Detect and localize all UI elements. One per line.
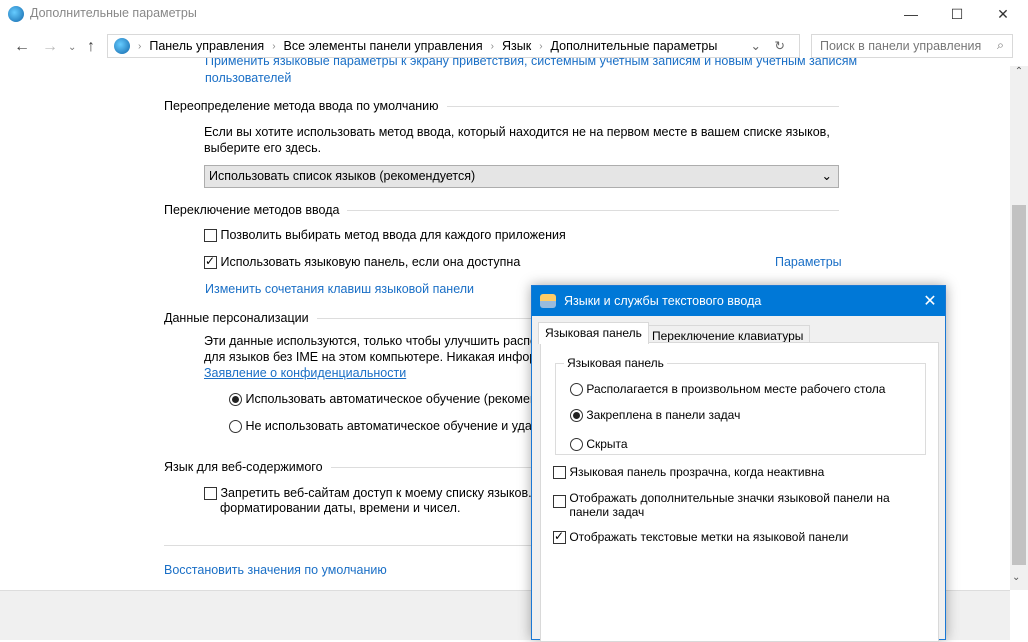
forward-arrow-icon[interactable]: → xyxy=(42,38,58,56)
override-desc: Если вы хотите использовать метод ввода,… xyxy=(204,125,830,139)
minimize-button[interactable]: — xyxy=(888,0,934,28)
radio-label: Скрыта xyxy=(586,437,628,451)
breadcrumb-item[interactable]: Панель управления xyxy=(149,39,264,53)
select-value: Использовать список языков (рекомендуетс… xyxy=(209,169,476,183)
chevron-right-icon: › xyxy=(490,40,494,52)
breadcrumb-item[interactable]: Дополнительные параметры xyxy=(551,39,718,53)
language-bar-group: Языковая панель Располагается в произвол… xyxy=(555,356,926,455)
scrollbar-thumb[interactable] xyxy=(1012,205,1026,565)
recent-chevron-icon[interactable]: ⌄ xyxy=(68,42,76,53)
personal-desc: Эти данные используются, только чтобы ул… xyxy=(204,334,543,348)
radio-floating[interactable]: Располагается в произвольном месте рабоч… xyxy=(570,382,886,397)
radio-label: Не использовать автоматическое обучение … xyxy=(245,419,547,433)
chevron-down-icon: ⌄ xyxy=(821,169,832,183)
location-icon xyxy=(114,38,130,54)
back-arrow-icon[interactable]: ← xyxy=(14,38,30,56)
checkbox-label: Использовать языковую панель, если она д… xyxy=(220,255,521,269)
tab-language-bar[interactable]: Языковая панель xyxy=(538,322,649,344)
chevron-right-icon: › xyxy=(138,40,142,52)
radio-label: Закреплена в панели задач xyxy=(586,408,741,422)
dialog-titlebar: Языки и службы текстового ввода ✕ xyxy=(532,286,945,316)
group-label: Языковая панель xyxy=(564,356,667,370)
dialog-close-icon[interactable]: ✕ xyxy=(915,291,945,311)
welcome-screen-link-cont[interactable]: пользователей xyxy=(205,71,291,85)
switching-header: Переключение методов ввода xyxy=(164,203,839,217)
keyboard-icon xyxy=(540,294,556,308)
extra-icons-checkbox[interactable]: Отображать дополнительные значки языково… xyxy=(553,491,890,519)
tab-panel: Языковая панель Располагается в произвол… xyxy=(540,342,939,642)
up-arrow-icon[interactable]: ↑ xyxy=(87,38,95,56)
address-bar[interactable]: › Панель управления › Все элементы панели… xyxy=(107,34,800,58)
override-header-text: Переопределение метода ввода по умолчани… xyxy=(164,99,439,113)
override-header: Переопределение метода ввода по умолчани… xyxy=(164,99,839,113)
transparent-checkbox[interactable]: Языковая панель прозрачна, когда неактив… xyxy=(553,465,825,480)
close-button[interactable]: ✕ xyxy=(980,0,1026,28)
checkbox-label: Языковая панель прозрачна, когда неактив… xyxy=(569,465,825,479)
chevron-right-icon: › xyxy=(539,40,543,52)
web-header-text: Язык для веб-содержимого xyxy=(164,460,323,474)
checkbox-label: Отображать текстовые метки на языковой п… xyxy=(569,530,849,544)
radio-docked[interactable]: Закреплена в панели задач xyxy=(570,408,741,423)
welcome-screen-link[interactable]: Применить языковые параметры к экрану пр… xyxy=(205,58,857,69)
restore-defaults-link[interactable]: Восстановить значения по умолчанию xyxy=(164,563,387,577)
radio-label: Использовать автоматическое обучение (ре… xyxy=(245,392,545,406)
checkbox-label-line: Отображать дополнительные значки языково… xyxy=(569,491,890,505)
maximize-button[interactable]: ☐ xyxy=(934,0,980,28)
text-services-dialog: Языки и службы текстового ввода ✕ Языков… xyxy=(531,285,946,642)
dialog-title: Языки и службы текстового ввода xyxy=(564,294,762,308)
refresh-icon[interactable]: ↻ xyxy=(775,38,785,53)
breadcrumb-item[interactable]: Все элементы панели управления xyxy=(284,39,483,53)
breadcrumb-item[interactable]: Язык xyxy=(502,39,531,53)
switching-header-text: Переключение методов ввода xyxy=(164,203,340,217)
input-method-select[interactable]: Использовать список языков (рекомендуетс… xyxy=(204,165,839,188)
search-input[interactable]: Поиск в панели управления ⌕ xyxy=(811,34,1013,58)
personal-header-text: Данные персонализации xyxy=(164,311,309,325)
checkbox-label: Отображать дополнительные значки языково… xyxy=(569,491,889,519)
privacy-link[interactable]: Заявление о конфиденциальности xyxy=(204,366,406,380)
language-bar-checkbox[interactable]: Использовать языковую панель, если она д… xyxy=(204,254,521,270)
personal-desc-2: для языков без IME на этом компьютере. Н… xyxy=(204,350,545,364)
search-placeholder: Поиск в панели управления xyxy=(820,39,982,53)
language-app-icon xyxy=(8,6,24,22)
radio-hidden[interactable]: Скрыта xyxy=(570,437,628,452)
override-desc-2: выберите его здесь. xyxy=(204,141,322,155)
scroll-down-icon[interactable]: ⌄ xyxy=(1012,572,1020,583)
radio-label: Располагается в произвольном месте рабоч… xyxy=(586,382,886,396)
divider xyxy=(164,545,534,546)
checkbox-label-line: панели задач xyxy=(569,505,645,519)
text-labels-checkbox[interactable]: Отображать текстовые метки на языковой п… xyxy=(553,529,849,545)
checkbox-label: Позволить выбирать метод ввода для каждо… xyxy=(220,228,566,242)
search-icon: ⌕ xyxy=(996,38,1004,52)
chevron-right-icon: › xyxy=(272,40,276,52)
no-auto-learning-radio[interactable]: Не использовать автоматическое обучение … xyxy=(229,419,547,434)
auto-learning-radio[interactable]: Использовать автоматическое обучение (ре… xyxy=(229,392,545,407)
params-link[interactable]: Параметры xyxy=(775,255,842,269)
window-title: Дополнительные параметры xyxy=(30,6,197,20)
scroll-up-icon[interactable]: ⌃ xyxy=(1010,66,1028,77)
dropdown-chevron-icon[interactable]: ⌄ xyxy=(751,38,761,53)
checkbox-label: Запретить веб-сайтам доступ к моему спис… xyxy=(220,486,550,500)
per-app-checkbox[interactable]: Позволить выбирать метод ввода для каждо… xyxy=(204,228,566,243)
hotkeys-link[interactable]: Изменить сочетания клавиш языковой панел… xyxy=(205,282,474,296)
checkbox-label-cont: форматировании даты, времени и чисел. xyxy=(220,501,461,515)
block-websites-checkbox[interactable]: Запретить веб-сайтам доступ к моему спис… xyxy=(204,486,550,501)
